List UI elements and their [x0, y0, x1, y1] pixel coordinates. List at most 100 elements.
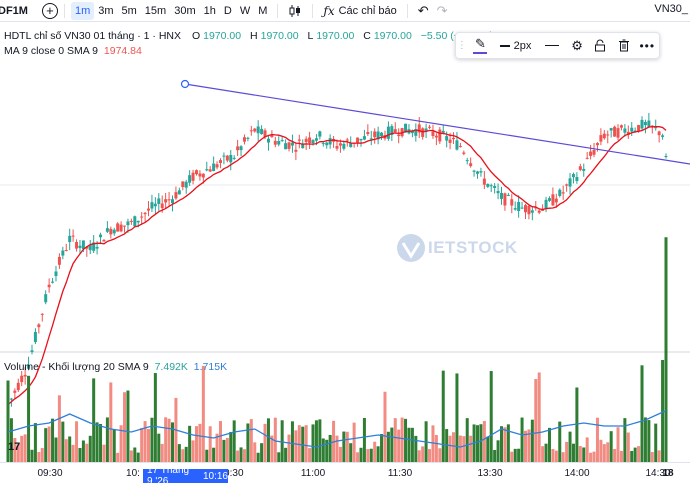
volume-bar [232, 420, 236, 462]
volume-bar [452, 432, 456, 462]
volume-bar [554, 450, 558, 462]
candle-body [496, 190, 500, 194]
candle-body [64, 249, 68, 251]
drag-handle[interactable]: ⋮ [456, 32, 468, 59]
candle-body [229, 154, 233, 163]
candle-body [242, 137, 246, 142]
timeframe-30m[interactable]: 30m [170, 2, 199, 20]
symbol-search[interactable]: VN30_ [654, 3, 688, 15]
chart-type-button[interactable] [284, 2, 306, 20]
line-color-button[interactable]: ✎ [468, 32, 493, 59]
more-button[interactable]: ••• [636, 32, 659, 59]
candle-body [571, 174, 575, 178]
candle-body [386, 126, 390, 139]
volume-bar [664, 237, 668, 462]
candle-body [589, 151, 593, 156]
candle-body [81, 240, 85, 250]
compare-symbol-button[interactable]: + [41, 2, 58, 19]
volume-bar [290, 421, 294, 462]
volume-bar [37, 451, 41, 462]
timeframe-5m[interactable]: 5m [118, 2, 141, 20]
volume-bar [530, 419, 534, 462]
volume-bar [482, 421, 486, 462]
candle-body [164, 199, 168, 203]
volume-bar [619, 450, 623, 462]
candle-body [284, 143, 288, 150]
indicators-button[interactable]: ƒx Các chỉ báo [319, 2, 400, 20]
candle-body [506, 195, 510, 197]
candle-body [126, 221, 130, 226]
candle-body [465, 160, 469, 162]
candle-body [448, 139, 452, 143]
chart-canvas[interactable] [0, 22, 690, 462]
volume-bar [95, 422, 99, 462]
volume-bar [239, 447, 243, 462]
candle-body [537, 210, 541, 213]
candle-body [9, 398, 13, 400]
lock-button[interactable] [589, 32, 612, 59]
redo-button[interactable]: ↷ [433, 2, 452, 20]
timeframe-1m[interactable]: 1m [70, 1, 95, 20]
candle-body [476, 171, 480, 174]
timeframe-W[interactable]: W [236, 2, 254, 20]
pencil-icon: ✎ [474, 36, 486, 51]
candle-body [174, 192, 178, 199]
timeframe-15m[interactable]: 15m [141, 2, 170, 20]
volume-bar [640, 365, 644, 462]
volume-bar [623, 418, 627, 462]
timeframe-M[interactable]: M [254, 2, 271, 20]
watermark: IETSTOCK [396, 233, 518, 263]
undo-button[interactable]: ↶ [414, 2, 433, 20]
volume-bar [356, 452, 360, 462]
candle-body [592, 149, 596, 155]
ma-legend-value: 1974.84 [103, 45, 142, 57]
trend-line-handle[interactable] [180, 79, 190, 89]
candle-body [602, 133, 606, 139]
high-label: H [250, 30, 258, 42]
timeframe-1h[interactable]: 1h [200, 2, 220, 20]
volume-bar [263, 423, 267, 462]
volume-bar [448, 435, 452, 462]
candle-body [301, 144, 305, 149]
candle-body [359, 138, 363, 141]
candle-body [318, 131, 322, 137]
volume-bar [352, 422, 356, 462]
candle-body [510, 199, 514, 206]
volume-bar [249, 419, 253, 462]
candle-body [325, 142, 329, 146]
volume-bar [140, 427, 144, 462]
volume-bar [362, 417, 366, 462]
candle-body [105, 228, 109, 232]
symbol-button[interactable]: DF1M [0, 2, 32, 20]
timeframe-D[interactable]: D [220, 2, 236, 20]
line-style-button[interactable] [538, 32, 565, 59]
volume-bar [506, 424, 510, 462]
volume-bar [297, 425, 301, 462]
time-axis[interactable]: 09:30 10: 10:30 11:00 11:30 13:30 14:00 14:30 18 [0, 462, 690, 483]
tradingview-logo[interactable]: 17 [8, 441, 26, 455]
candle-body [119, 224, 123, 232]
undo-icon: ↶ [417, 2, 429, 18]
volume-bar [61, 421, 65, 462]
timeframe-3m[interactable]: 3m [94, 2, 117, 20]
candle-body [544, 199, 548, 209]
delete-button[interactable] [612, 32, 635, 59]
volume-bar [458, 435, 462, 462]
candle-body [503, 193, 507, 206]
line-width-button[interactable]: 2px [493, 32, 538, 59]
crosshair-time: 10:16 [202, 470, 228, 482]
volume-bar [212, 447, 216, 462]
volume-bar [318, 419, 322, 462]
volume-bar [133, 447, 137, 462]
candle-body [253, 128, 257, 132]
candle-body [517, 201, 521, 212]
settings-button[interactable]: ⚙ [565, 32, 588, 59]
candle-body [129, 220, 133, 222]
volume-bar [434, 435, 438, 462]
candle-body [356, 137, 360, 143]
volume-bar [194, 426, 198, 462]
volume-bar [205, 449, 209, 462]
volume-bar [167, 418, 171, 462]
legend-title: HDTL chỉ số VN30 01 tháng · 1 · HNX [4, 30, 182, 42]
candle-body [345, 139, 349, 141]
